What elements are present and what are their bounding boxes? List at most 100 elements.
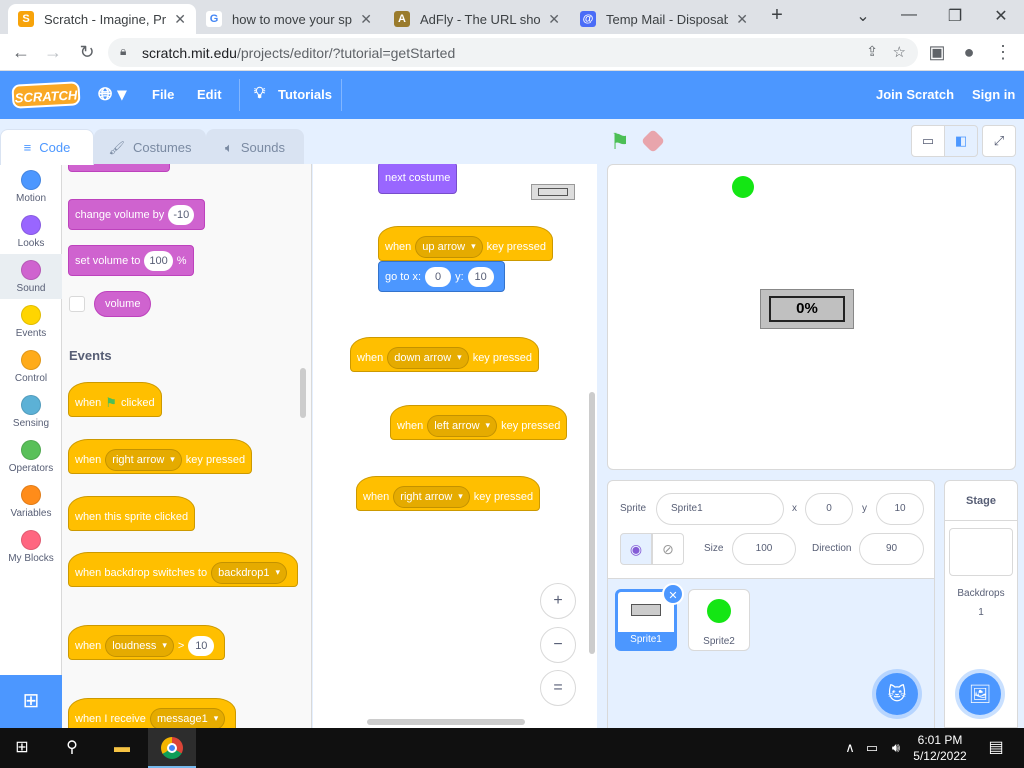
when-key-pressed-block[interactable]: when right arrow key pressed (68, 439, 253, 474)
category-sound[interactable]: Sound (0, 254, 62, 299)
choose-sprite-button[interactable]: 🐱︎ (876, 673, 918, 715)
forward-icon[interactable]: → (42, 42, 64, 63)
x-input[interactable]: 0 (425, 266, 452, 287)
when-flag-clicked-block[interactable]: when ⚑ clicked (68, 382, 162, 417)
new-tab-button[interactable]: + (762, 4, 792, 27)
stop-button[interactable] (640, 128, 666, 154)
file-menu[interactable]: File (152, 87, 174, 102)
direction-input[interactable]: 90 (859, 533, 924, 565)
clock[interactable]: 6:01 PM 5/12/2022 (908, 732, 972, 764)
key-dropdown[interactable]: right arrow (393, 485, 470, 508)
backdrop-dropdown[interactable]: backdrop1 (211, 561, 287, 584)
restore-icon[interactable]: ❐ (940, 6, 970, 26)
zoom-reset-button[interactable]: = (540, 670, 576, 706)
change-volume-block[interactable]: change volume by -10 (68, 199, 206, 230)
key-dropdown[interactable]: up arrow (415, 235, 483, 258)
y-input[interactable]: 10 (467, 266, 494, 287)
windows-start-icon[interactable]: ⊞ (10, 736, 34, 760)
tab-tempmail[interactable]: @ Temp Mail - Disposable ✕ (570, 4, 758, 34)
category-looks[interactable]: Looks (0, 209, 62, 254)
category-motion[interactable]: Motion (0, 164, 62, 209)
small-stage-button[interactable]: ▭ (911, 125, 945, 157)
zoom-in-button[interactable]: + (540, 583, 576, 619)
zoom-out-button[interactable]: − (540, 627, 576, 663)
x-input[interactable]: 0 (805, 493, 853, 525)
category-my-blocks[interactable]: My Blocks (0, 524, 62, 569)
next-costume-block[interactable]: next costume (378, 164, 458, 194)
script-workspace[interactable]: next costume when up arrow key pressed g… (313, 164, 597, 728)
scratch-logo[interactable]: SCRATCH (11, 81, 81, 109)
volume-change-input[interactable]: -10 (168, 204, 195, 225)
tab-adfly[interactable]: A AdFly - The URL shorte ✕ (384, 4, 570, 34)
show-sprite-button[interactable]: ◉ (620, 533, 652, 565)
tutorials-menu[interactable]: Tutorials (278, 87, 332, 102)
choose-backdrop-button[interactable]: 🖼︎ (959, 673, 1001, 715)
notifications-icon[interactable]: ▤ (984, 736, 1008, 760)
tab-sounds[interactable]: 🔈︎ Sounds (206, 129, 304, 165)
close-window-icon[interactable]: ✕ (986, 6, 1016, 26)
green-ball-sprite[interactable] (732, 176, 754, 198)
palette-scrollbar[interactable] (300, 368, 306, 418)
tab-google[interactable]: G how to move your sprit ✕ (196, 4, 382, 34)
message-dropdown[interactable]: message1 (149, 707, 226, 728)
category-sensing[interactable]: Sensing (0, 389, 62, 434)
close-tab-icon[interactable]: ✕ (736, 11, 748, 28)
tab-search-icon[interactable]: ⌄ (848, 6, 878, 26)
chrome-taskbar-button[interactable] (148, 728, 196, 768)
tab-costumes[interactable]: 🖌︎ Costumes (94, 129, 206, 165)
category-events[interactable]: Events (0, 299, 62, 344)
close-tab-icon[interactable]: ✕ (360, 11, 372, 28)
when-backdrop-switches-block[interactable]: when backdrop switches to backdrop1 (68, 552, 298, 587)
volume-reporter[interactable]: volume (94, 291, 152, 317)
stage-canvas[interactable]: 0% (607, 164, 1016, 470)
add-extension-button[interactable]: ⊞ (0, 675, 62, 728)
show-hidden-icons[interactable]: ∧ (838, 736, 862, 760)
when-i-receive-block[interactable]: when I receive message1 (68, 698, 237, 728)
browser-menu-icon[interactable]: ⋮ (992, 42, 1014, 63)
tab-code[interactable]: ≡ Code (0, 129, 94, 165)
y-input[interactable]: 10 (876, 493, 924, 525)
volume-monitor-checkbox[interactable] (69, 296, 85, 312)
url-bar[interactable]: 🔒︎ scratch.mit.edu/projects/editor/?tuto… (108, 38, 918, 67)
minimize-icon[interactable]: — (894, 6, 924, 24)
close-tab-icon[interactable]: ✕ (548, 11, 560, 28)
profile-avatar-icon[interactable]: ● (958, 42, 980, 63)
when-right-arrow-block[interactable]: when right arrow key pressed (356, 476, 541, 511)
set-volume-block[interactable]: set volume to 100 % (68, 245, 194, 276)
sprite-thumb-sprite2[interactable]: Sprite2 (688, 589, 750, 651)
when-loudness-block[interactable]: when loudness > 10 (68, 625, 226, 660)
edit-menu[interactable]: Edit (197, 87, 222, 102)
bookmark-star-icon[interactable]: ☆ (893, 43, 906, 61)
size-input[interactable]: 100 (732, 533, 796, 565)
fullscreen-button[interactable]: ⤢ (982, 125, 1016, 157)
category-control[interactable]: Control (0, 344, 62, 389)
when-left-arrow-block[interactable]: when left arrow key pressed (390, 405, 568, 440)
when-down-arrow-block[interactable]: when down arrow key pressed (350, 337, 539, 372)
share-icon[interactable]: ⇪ (866, 43, 878, 60)
large-stage-button[interactable]: ◧ (944, 125, 978, 157)
key-dropdown[interactable]: right arrow (105, 448, 182, 471)
search-icon[interactable]: ⚲ (60, 736, 84, 760)
partial-sound-block[interactable] (68, 164, 170, 172)
category-variables[interactable]: Variables (0, 479, 62, 524)
network-icon[interactable]: ▭ (860, 736, 884, 760)
when-up-arrow-block[interactable]: when up arrow key pressed (378, 226, 553, 261)
workspace-vertical-scrollbar[interactable] (589, 392, 595, 654)
delete-sprite-icon[interactable]: ✕ (662, 583, 684, 605)
key-dropdown[interactable]: down arrow (387, 346, 469, 369)
hide-sprite-button[interactable]: ⊘ (652, 533, 684, 565)
when-sprite-clicked-block[interactable]: when this sprite clicked (68, 496, 196, 531)
percent-meter-sprite[interactable]: 0% (760, 289, 854, 329)
volume-icon[interactable]: 🔊︎ (884, 736, 908, 760)
sensor-dropdown[interactable]: loudness (105, 634, 174, 657)
join-scratch-link[interactable]: Join Scratch (876, 87, 954, 102)
tab-scratch[interactable]: S Scratch - Imagine, Prog ✕ (8, 4, 196, 34)
reload-icon[interactable]: ↻ (76, 42, 98, 63)
sprite-name-input[interactable]: Sprite1 (656, 493, 784, 525)
go-to-xy-block[interactable]: go to x: 0 y: 10 (378, 261, 505, 292)
sidepanel-icon[interactable]: ▣ (926, 42, 948, 63)
file-explorer-icon[interactable]: ▬ (110, 736, 134, 760)
volume-set-input[interactable]: 100 (144, 250, 173, 271)
category-operators[interactable]: Operators (0, 434, 62, 479)
green-flag-button[interactable]: ⚑ (610, 129, 630, 155)
